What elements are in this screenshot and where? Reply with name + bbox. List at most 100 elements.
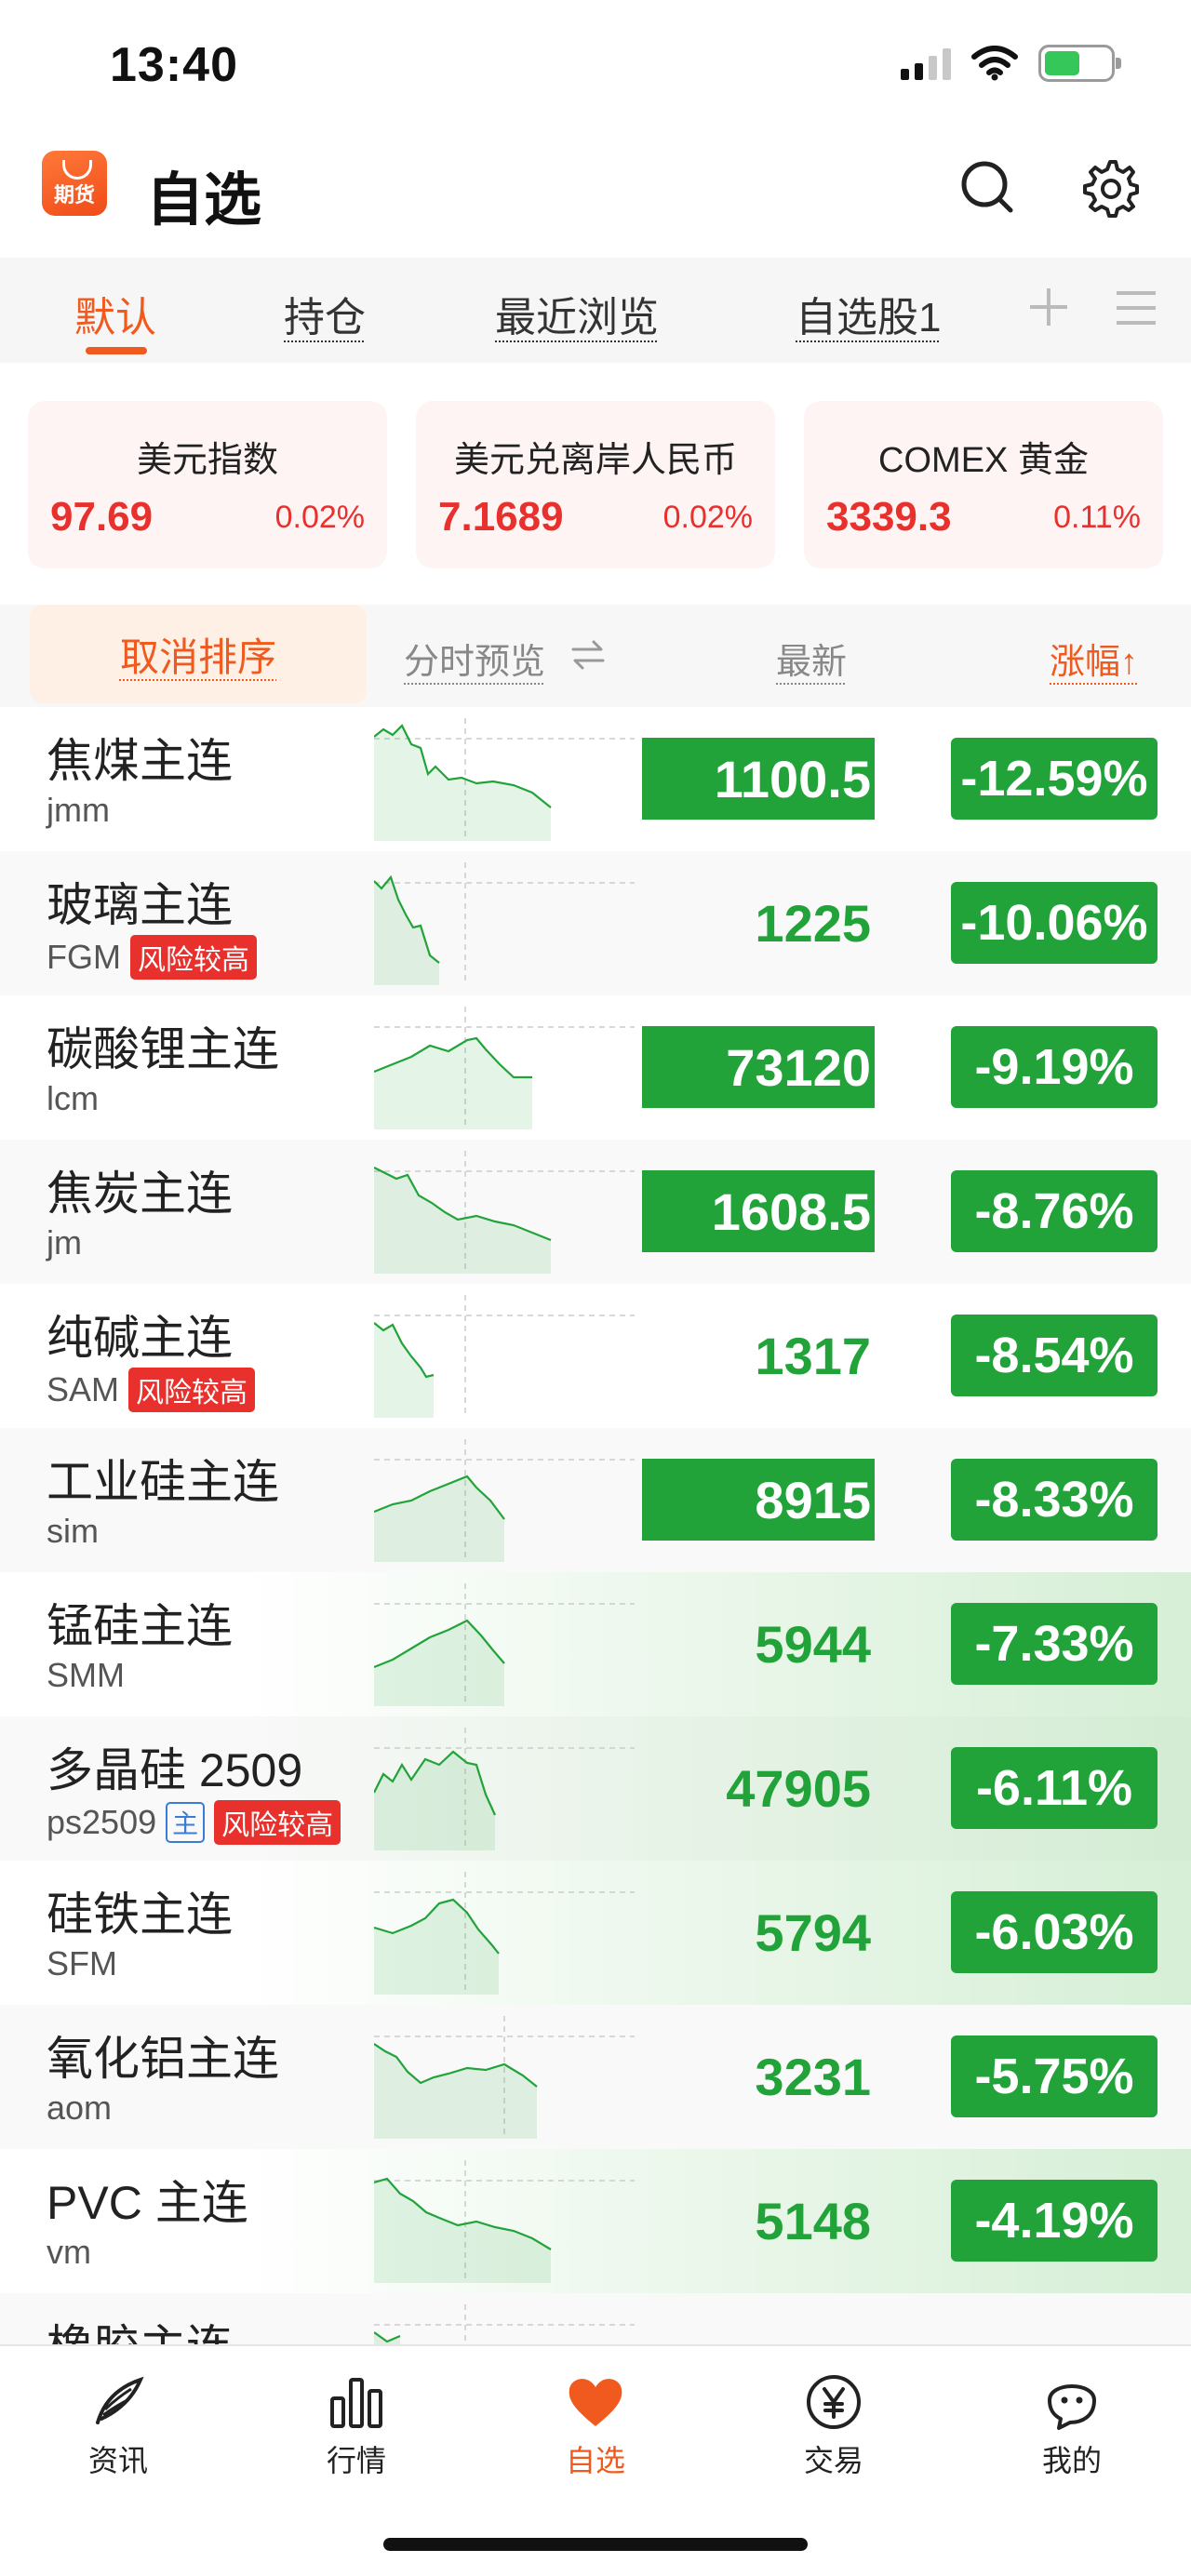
contract-meta: aom	[47, 2089, 112, 2128]
tab-recent[interactable]: 最近浏览	[495, 284, 659, 343]
intraday-sparkline[interactable]	[374, 2016, 635, 2139]
table-row[interactable]: 纯碱主连 SAM 风险较高 1317 -8.54%	[0, 1284, 1191, 1428]
intraday-sparkline[interactable]	[374, 2160, 635, 2283]
contract-meta: SMM	[47, 1656, 125, 1695]
table-row[interactable]: 焦炭主连 jm 1608.5 -8.76%	[0, 1140, 1191, 1284]
app-header: 期货 自选	[0, 130, 1191, 256]
index-card-usd-index[interactable]: 美元指数 97.69 0.02%	[28, 401, 387, 568]
latest-price: 1317	[755, 1326, 871, 1385]
nav-trade[interactable]: 交易	[741, 2372, 927, 2480]
contract-code: jm	[47, 1223, 82, 1261]
watchlist-tabs: 默认 持仓 最近浏览 自选股1	[0, 258, 1191, 363]
change-percent-badge[interactable]: -8.76%	[951, 1170, 1158, 1252]
contract-code: ps2509	[47, 1803, 157, 1841]
bar-chart-icon	[330, 2378, 382, 2428]
nav-label: 资讯	[87, 2444, 148, 2477]
nav-market[interactable]: 行情	[263, 2372, 449, 2480]
change-percent-badge[interactable]: -6.03%	[951, 1891, 1158, 1973]
tab-watchlist-1[interactable]: 自选股1	[796, 284, 941, 343]
change-percent-badge[interactable]: -12.59%	[951, 738, 1158, 820]
nav-watchlist[interactable]: 自选	[502, 2372, 689, 2480]
table-row[interactable]: 焦煤主连 jmm 1100.5 -12.59%	[0, 707, 1191, 851]
table-row[interactable]: 玻璃主连 FGM 风险较高 1225 -10.06%	[0, 851, 1191, 995]
table-row[interactable]: 橡胶主连	[0, 2293, 1191, 2344]
gear-icon[interactable]	[1079, 156, 1141, 218]
intraday-sparkline[interactable]	[374, 1007, 635, 1129]
contract-meta: SFM	[47, 1944, 117, 1983]
index-card-comex-gold[interactable]: COMEX 黄金 3339.3 0.11%	[804, 401, 1163, 568]
wifi-icon	[971, 46, 1018, 81]
nav-label: 行情	[326, 2444, 386, 2477]
contract-name: 橡胶主连	[47, 2310, 233, 2344]
intraday-sparkline[interactable]	[374, 1583, 635, 1706]
status-icons	[901, 45, 1121, 82]
sort-col-preview[interactable]: 分时预览	[404, 633, 545, 684]
table-row[interactable]: 锰硅主连 SMM 5944 -7.33%	[0, 1572, 1191, 1716]
index-card-change: 0.02%	[662, 500, 753, 535]
intraday-sparkline[interactable]	[374, 1295, 635, 1418]
table-row[interactable]: 碳酸锂主连 lcm 73120 -9.19%	[0, 995, 1191, 1140]
index-card-change: 0.11%	[1053, 500, 1141, 535]
contract-code: jmm	[47, 791, 110, 829]
app-logo: 期货	[42, 151, 107, 216]
status-bar: 13:40	[0, 0, 1191, 130]
contract-code: lcm	[47, 1079, 99, 1117]
index-card-change: 0.02%	[274, 500, 365, 535]
table-row[interactable]: PVC 主连 vm 5148 -4.19%	[0, 2149, 1191, 2293]
change-percent-badge[interactable]: -10.06%	[951, 882, 1158, 964]
yen-icon	[807, 2375, 861, 2429]
change-percent-badge[interactable]: -8.54%	[951, 1315, 1158, 1396]
contract-name: 纯碱主连	[47, 1312, 233, 1364]
cancel-sort-button[interactable]: 取消排序	[30, 605, 367, 703]
change-percent-badge[interactable]: -9.19%	[951, 1026, 1158, 1108]
home-indicator	[383, 2538, 808, 2551]
contract-code: SFM	[47, 1944, 117, 1982]
tab-holdings[interactable]: 持仓	[284, 284, 366, 343]
page-title: 自选	[146, 168, 262, 233]
change-percent-badge[interactable]: -7.33%	[951, 1603, 1158, 1685]
latest-price: 1225	[755, 893, 871, 953]
change-percent-badge[interactable]: -5.75%	[951, 2035, 1158, 2117]
index-card-name: 美元兑离岸人民币	[453, 441, 737, 480]
table-row[interactable]: 硅铁主连 SFM 5794 -6.03%	[0, 1861, 1191, 2005]
contract-name: 玻璃主连	[47, 879, 233, 931]
intraday-sparkline[interactable]	[374, 1439, 635, 1562]
contract-meta: ps2509 主风险较高	[47, 1800, 341, 1845]
sort-col-latest[interactable]: 最新	[776, 633, 847, 684]
sort-col-change[interactable]: 涨幅↑	[1050, 633, 1138, 684]
feather-icon	[96, 2376, 144, 2424]
latest-price: 3231	[755, 2047, 871, 2106]
index-card-usdcnh[interactable]: 美元兑离岸人民币 7.1689 0.02%	[416, 401, 775, 568]
nav-news[interactable]: 资讯	[25, 2372, 211, 2480]
intraday-sparkline[interactable]	[374, 1151, 635, 1274]
intraday-sparkline[interactable]	[374, 1872, 635, 1995]
intraday-sparkline[interactable]	[374, 718, 635, 841]
contract-name: PVC 主连	[47, 2177, 248, 2229]
index-card-price: 97.69	[50, 494, 154, 540]
add-tab-plus-icon[interactable]	[1027, 286, 1070, 328]
risk-badge: 风险较高	[129, 935, 257, 980]
nav-label: 我的	[1041, 2444, 1102, 2477]
swap-icon[interactable]	[569, 638, 607, 672]
contract-meta: jm	[47, 1223, 82, 1262]
change-percent-badge[interactable]: -6.11%	[951, 1747, 1158, 1829]
change-percent-badge[interactable]: -8.33%	[951, 1459, 1158, 1541]
intraday-sparkline[interactable]	[374, 1728, 635, 1850]
menu-icon[interactable]	[1115, 289, 1158, 327]
nav-me[interactable]: 我的	[979, 2372, 1165, 2480]
contract-name: 氧化铝主连	[47, 2033, 279, 2085]
contract-name: 硅铁主连	[47, 1889, 233, 1941]
table-row[interactable]: 工业硅主连 sim 8915 -8.33%	[0, 1428, 1191, 1572]
risk-badge: 风险较高	[128, 1368, 256, 1412]
intraday-sparkline[interactable]	[374, 862, 635, 985]
search-icon[interactable]	[958, 158, 1016, 216]
contract-name: 焦煤主连	[47, 735, 233, 787]
change-percent-badge[interactable]: -4.19%	[951, 2180, 1158, 2262]
battery-charging-icon	[1038, 45, 1121, 82]
tab-default[interactable]: 默认	[74, 284, 156, 343]
intraday-sparkline[interactable]	[374, 2304, 635, 2344]
table-row[interactable]: 氧化铝主连 aom 3231 -5.75%	[0, 2005, 1191, 2149]
contract-meta: FGM 风险较高	[47, 935, 257, 980]
table-row[interactable]: 多晶硅 2509 ps2509 主风险较高 47905 -6.11%	[0, 1716, 1191, 1861]
watchlist-table: 焦煤主连 jmm 1100.5 -12.59% 玻璃主连 FGM 风险较高 1225 -10.0…	[0, 707, 1191, 2344]
